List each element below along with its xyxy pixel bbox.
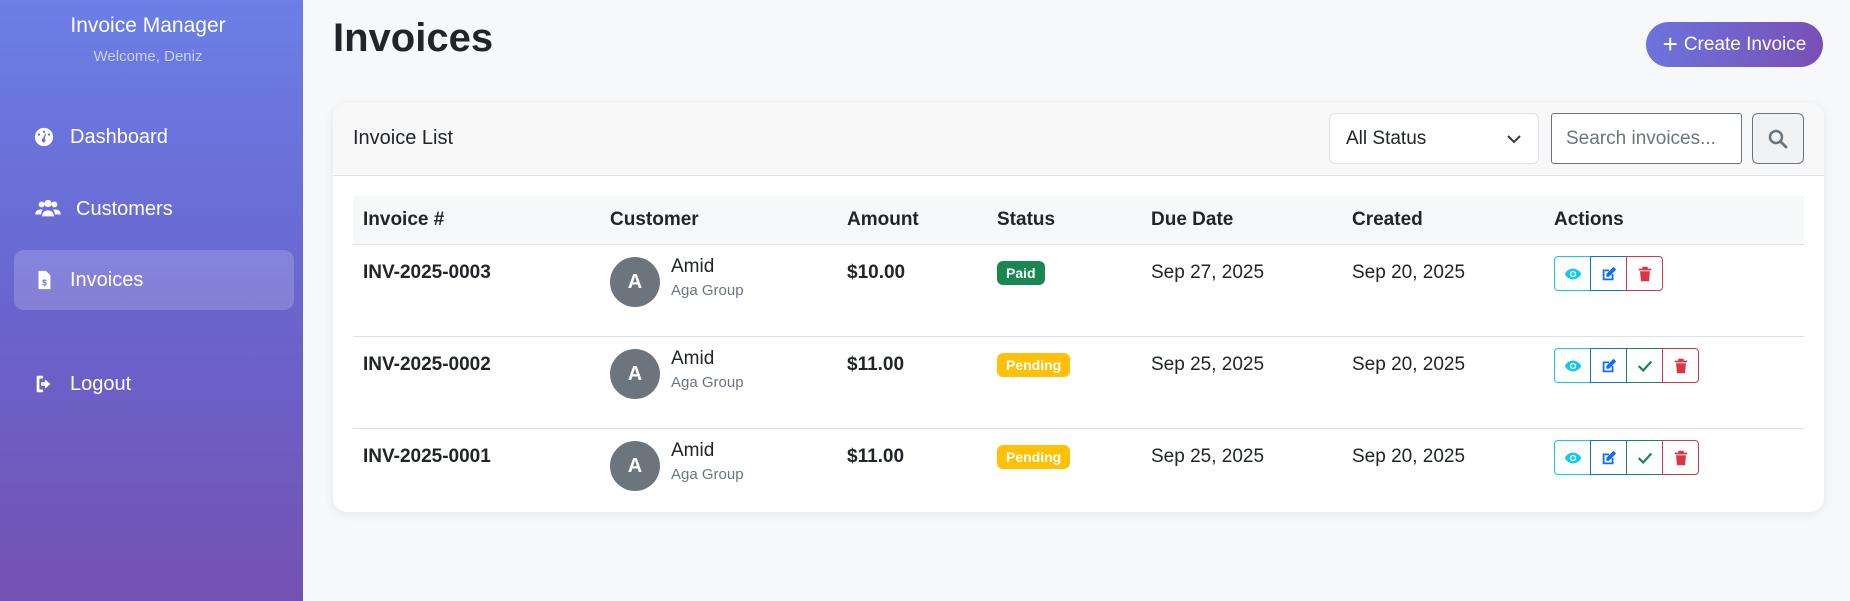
customer-name: Amid [671, 256, 715, 277]
column-header: Invoice # [353, 196, 600, 245]
amount: $10.00 [837, 244, 987, 337]
due-date: Sep 27, 2025 [1141, 244, 1342, 337]
created-date: Sep 20, 2025 [1342, 428, 1544, 512]
card-header: Invoice List All Status [333, 103, 1824, 176]
view-button[interactable] [1554, 440, 1591, 475]
table-header-row: Invoice # Customer Amount Status Due Dat… [353, 196, 1804, 245]
avatar: A [610, 349, 660, 399]
customer-cell: A Amid Aga Group [600, 336, 837, 429]
avatar: A [610, 257, 660, 307]
invoice-number[interactable]: INV-2025-0001 [353, 428, 600, 512]
edit-icon [1602, 450, 1616, 464]
customer-name: Amid [671, 440, 715, 461]
card-title: Invoice List [353, 127, 454, 149]
create-invoice-label: Create Invoice [1683, 33, 1807, 55]
customer-cell: A Amid Aga Group [600, 244, 837, 337]
edit-button[interactable] [1590, 256, 1627, 291]
svg-text:$: $ [42, 279, 47, 288]
eye-icon [1564, 268, 1581, 279]
column-header: Created [1342, 196, 1544, 245]
invoice-number[interactable]: INV-2025-0003 [353, 244, 600, 337]
due-date: Sep 25, 2025 [1141, 336, 1342, 429]
sidebar-item-customers[interactable]: Customers [14, 179, 294, 239]
create-invoice-button[interactable]: + Create Invoice [1646, 22, 1823, 67]
created-date: Sep 20, 2025 [1342, 244, 1544, 337]
trash-icon [1638, 266, 1651, 281]
sidebar-item-dashboard[interactable]: Dashboard [14, 107, 294, 167]
mark-paid-button[interactable] [1626, 440, 1663, 475]
logout-icon [32, 372, 56, 396]
chevron-down-icon [1507, 134, 1521, 143]
customer-company: Aga Group [671, 374, 744, 391]
edit-icon [1602, 358, 1616, 372]
status-cell: Pending [987, 428, 1141, 512]
amount: $11.00 [837, 336, 987, 429]
trash-icon [1674, 358, 1687, 373]
table-row: INV-2025-0003 A Amid Aga Group $10.00 Pa… [353, 244, 1804, 337]
sidebar: Invoice Manager Welcome, Deniz Dashboard… [0, 0, 303, 601]
delete-button[interactable] [1662, 348, 1699, 383]
due-date: Sep 25, 2025 [1141, 428, 1342, 512]
edit-button[interactable] [1590, 440, 1627, 475]
trash-icon [1674, 450, 1687, 465]
app-brand: Invoice Manager [70, 14, 226, 37]
amount: $11.00 [837, 428, 987, 512]
status-filter-select[interactable]: All Status [1329, 113, 1539, 164]
sidebar-item-label: Customers [76, 197, 173, 220]
view-button[interactable] [1554, 256, 1591, 291]
plus-icon: + [1662, 28, 1678, 59]
delete-button[interactable] [1662, 440, 1699, 475]
column-header: Customer [600, 196, 837, 245]
check-icon [1637, 452, 1652, 464]
customer-company: Aga Group [671, 282, 744, 299]
search-button[interactable] [1752, 113, 1804, 164]
sidebar-item-label: Dashboard [70, 125, 168, 148]
sidebar-item-label: Invoices [70, 268, 144, 291]
status-badge: Pending [997, 353, 1071, 377]
page-title: Invoices [333, 16, 494, 60]
eye-icon [1564, 452, 1581, 463]
avatar: A [610, 441, 660, 491]
invoice-table: Invoice # Customer Amount Status Due Dat… [353, 196, 1804, 512]
sidebar-item-invoices[interactable]: $ Invoices [14, 250, 294, 310]
delete-button[interactable] [1626, 256, 1663, 291]
edit-icon [1602, 266, 1616, 280]
welcome-text: Welcome, Deniz [93, 48, 203, 65]
status-filter-value: All Status [1346, 127, 1427, 149]
users-icon [34, 197, 62, 221]
search-input[interactable] [1551, 113, 1742, 164]
column-header: Amount [837, 196, 987, 245]
created-date: Sep 20, 2025 [1342, 336, 1544, 429]
table-row: INV-2025-0002 A Amid Aga Group $11.00 Pe… [353, 336, 1804, 429]
search-icon [1768, 129, 1788, 148]
column-header: Due Date [1141, 196, 1342, 245]
sidebar-item-label: Logout [70, 372, 132, 395]
sidebar-item-logout[interactable]: Logout [14, 354, 294, 414]
actions-cell [1544, 336, 1804, 429]
edit-button[interactable] [1590, 348, 1627, 383]
eye-icon [1564, 360, 1581, 371]
status-cell: Pending [987, 336, 1141, 429]
column-header: Status [987, 196, 1141, 245]
mark-paid-button[interactable] [1626, 348, 1663, 383]
table-row: INV-2025-0001 A Amid Aga Group $11.00 Pe… [353, 428, 1804, 512]
status-cell: Paid [987, 244, 1141, 337]
dashboard-icon [32, 125, 56, 149]
view-button[interactable] [1554, 348, 1591, 383]
column-header: Actions [1544, 196, 1804, 245]
customer-company: Aga Group [671, 466, 744, 483]
customer-name: Amid [671, 348, 715, 369]
actions-cell [1544, 244, 1804, 337]
customer-cell: A Amid Aga Group [600, 428, 837, 512]
actions-cell [1544, 428, 1804, 512]
status-badge: Paid [997, 261, 1045, 285]
invoice-number[interactable]: INV-2025-0002 [353, 336, 600, 429]
check-icon [1637, 360, 1652, 372]
invoice-file-icon: $ [32, 268, 56, 292]
status-badge: Pending [997, 445, 1071, 469]
invoice-list-card: Invoice List All Status Invoice # Custom… [333, 103, 1824, 512]
